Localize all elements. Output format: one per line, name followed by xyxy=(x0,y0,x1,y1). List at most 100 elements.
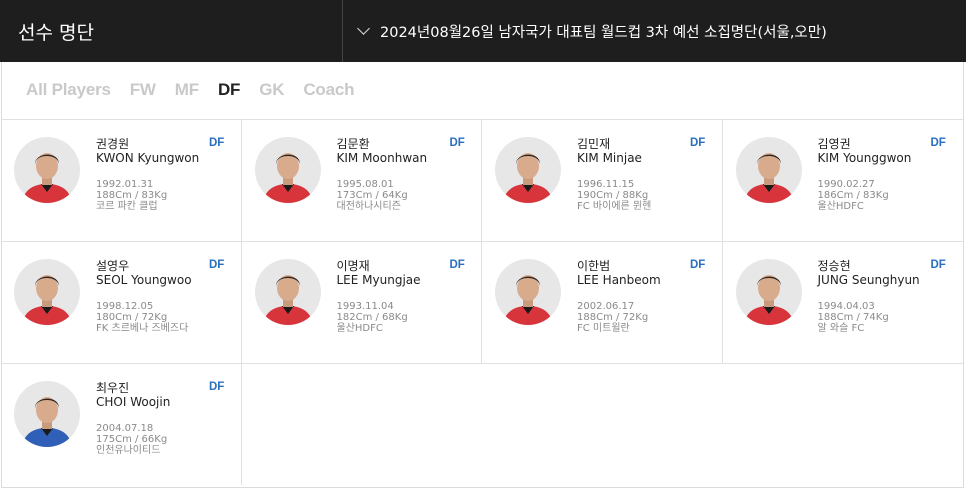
player-card[interactable]: 김문환 KIM Moonhwan DF 1995.08.01 173Cm / 6… xyxy=(242,120,482,241)
player-height-weight: 190Cm / 88Kg xyxy=(577,190,649,201)
player-photo xyxy=(735,259,802,325)
position-badge: DF xyxy=(449,259,465,271)
player-photo xyxy=(14,137,80,203)
page-title: 선수 명단 xyxy=(0,0,343,62)
player-height-weight: 188Cm / 74Kg xyxy=(817,312,889,323)
player-photo xyxy=(14,259,80,325)
player-photo xyxy=(495,137,561,203)
player-card[interactable]: 이한범 LEE Hanbeom DF 2002.06.17 188Cm / 72… xyxy=(482,242,723,363)
player-photo xyxy=(495,259,561,325)
player-name-ko: 이명재 xyxy=(336,259,370,273)
empty-card-slot xyxy=(242,364,483,485)
player-height-weight: 182Cm / 68Kg xyxy=(336,312,408,323)
tab-all-players[interactable]: All Players xyxy=(26,80,111,100)
player-name-en: SEOL Youngwoo xyxy=(96,273,192,287)
player-card[interactable]: 최우진 CHOI Woojin DF 2004.07.18 175Cm / 66… xyxy=(1,364,242,485)
player-row: 최우진 CHOI Woojin DF 2004.07.18 175Cm / 66… xyxy=(1,363,963,485)
tab-gk[interactable]: GK xyxy=(259,80,284,100)
player-card[interactable]: 정승현 JUNG Seunghyun DF 1994.04.03 188Cm /… xyxy=(723,242,964,363)
player-portrait-icon xyxy=(262,153,313,203)
player-name-ko: 김영권 xyxy=(817,137,851,151)
player-portrait-icon xyxy=(503,153,553,203)
position-badge: DF xyxy=(209,259,225,271)
player-birthdate: 1996.11.15 xyxy=(577,179,635,190)
chevron-down-icon xyxy=(357,22,370,35)
player-card[interactable]: 김영권 KIM Younggwon DF 1990.02.27 186Cm / … xyxy=(723,120,964,241)
position-badge: DF xyxy=(690,259,706,271)
player-height-weight: 175Cm / 66Kg xyxy=(96,434,168,445)
player-meta: 1998.12.05 180Cm / 72Kg FK 츠르베나 즈베즈다 xyxy=(96,301,188,334)
player-height-weight: 188Cm / 83Kg xyxy=(96,190,168,201)
player-club: FK 츠르베나 즈베즈다 xyxy=(96,323,189,334)
position-filter-tabs: All Players FW MF DF GK Coach xyxy=(26,80,373,100)
player-portrait-icon xyxy=(743,153,794,203)
player-portrait-icon xyxy=(22,397,72,447)
player-birthdate: 1992.01.31 xyxy=(96,179,154,190)
player-birthdate: 1990.02.27 xyxy=(817,179,875,190)
position-badge: DF xyxy=(209,381,225,393)
player-photo xyxy=(254,259,321,325)
player-birthdate: 1993.11.04 xyxy=(336,301,394,312)
player-meta: 1993.11.04 182Cm / 68Kg 울산HDFC xyxy=(337,301,408,334)
player-portrait-icon xyxy=(743,275,794,325)
player-card[interactable]: 이명재 LEE Myungjae DF 1993.11.04 182Cm / 6… xyxy=(242,242,482,363)
tab-df[interactable]: DF xyxy=(218,80,240,100)
player-row: 권경원 KWON Kyungwon DF 1992.01.31 188Cm / … xyxy=(1,119,963,241)
player-card[interactable]: 설영우 SEOL Youngwoo DF 1998.12.05 180Cm / … xyxy=(1,242,242,363)
player-height-weight: 186Cm / 83Kg xyxy=(817,190,889,201)
player-grid: 권경원 KWON Kyungwon DF 1992.01.31 188Cm / … xyxy=(1,119,963,485)
player-meta: 1990.02.27 186Cm / 83Kg 울산HDFC xyxy=(818,179,889,212)
player-card[interactable]: 권경원 KWON Kyungwon DF 1992.01.31 188Cm / … xyxy=(1,120,242,241)
player-portrait-icon xyxy=(22,275,72,325)
player-club: 울산HDFC xyxy=(817,201,864,212)
header-bar: 선수 명단 2024년08월26일 남자국가 대표팀 월드컵 3차 예선 소집명… xyxy=(0,0,966,62)
player-club: 알 와슬 FC xyxy=(817,323,865,334)
player-name-ko: 최우진 xyxy=(96,381,130,395)
player-name-ko: 김민재 xyxy=(577,137,611,151)
player-name-en: KIM Moonhwan xyxy=(336,151,428,165)
player-birthdate: 2004.07.18 xyxy=(96,423,154,434)
player-birthdate: 2002.06.17 xyxy=(577,301,635,312)
position-badge: DF xyxy=(449,137,465,149)
player-name-ko: 설영우 xyxy=(96,259,130,273)
player-portrait-icon xyxy=(22,153,72,203)
player-portrait-icon xyxy=(503,275,553,325)
player-birthdate: 1998.12.05 xyxy=(96,301,154,312)
player-club: 인천유나이티드 xyxy=(96,445,161,456)
player-photo xyxy=(735,137,802,203)
player-name-en: LEE Hanbeom xyxy=(577,273,661,287)
player-photo xyxy=(254,137,321,203)
player-meta: 2004.07.18 175Cm / 66Kg 인천유나이티드 xyxy=(96,423,167,456)
player-meta: 1996.11.15 190Cm / 88Kg FC 바이에른 뮌헨 xyxy=(577,179,651,212)
player-name-en: KIM Minjae xyxy=(577,151,642,165)
player-birthdate: 1994.04.03 xyxy=(817,301,875,312)
tab-coach[interactable]: Coach xyxy=(303,80,354,100)
player-meta: 1994.04.03 188Cm / 74Kg 알 와슬 FC xyxy=(818,301,889,334)
player-meta: 1995.08.01 173Cm / 64Kg 대전하나시티즌 xyxy=(337,179,408,212)
position-badge: DF xyxy=(209,137,225,149)
player-name-ko: 권경원 xyxy=(96,137,130,151)
player-height-weight: 188Cm / 72Kg xyxy=(577,312,649,323)
player-club: 코르 파칸 클럽 xyxy=(96,201,158,212)
player-name-en: CHOI Woojin xyxy=(96,395,171,409)
roster-dropdown[interactable]: 2024년08월26일 남자국가 대표팀 월드컵 3차 예선 소집명단(서울,오… xyxy=(343,0,966,62)
player-height-weight: 173Cm / 64Kg xyxy=(336,190,408,201)
player-club: 대전하나시티즌 xyxy=(336,201,401,212)
player-photo xyxy=(14,381,80,447)
player-height-weight: 180Cm / 72Kg xyxy=(96,312,168,323)
player-meta: 1992.01.31 188Cm / 83Kg 코르 파칸 클럽 xyxy=(96,179,167,212)
player-name-en: JUNG Seunghyun xyxy=(817,273,920,287)
position-badge: DF xyxy=(690,137,706,149)
player-row: 설영우 SEOL Youngwoo DF 1998.12.05 180Cm / … xyxy=(1,241,963,363)
player-name-ko: 김문환 xyxy=(336,137,370,151)
player-club: 울산HDFC xyxy=(336,323,383,334)
player-card[interactable]: 김민재 KIM Minjae DF 1996.11.15 190Cm / 88K… xyxy=(482,120,723,241)
player-name-en: KIM Younggwon xyxy=(817,151,912,165)
roster-dropdown-value: 2024년08월26일 남자국가 대표팀 월드컵 3차 예선 소집명단(서울,오… xyxy=(380,24,827,41)
player-club: FC 미트윌란 xyxy=(577,323,630,334)
position-badge: DF xyxy=(930,137,946,149)
tab-fw[interactable]: FW xyxy=(130,80,156,100)
player-name-ko: 정승현 xyxy=(817,259,851,273)
player-birthdate: 1995.08.01 xyxy=(336,179,394,190)
tab-mf[interactable]: MF xyxy=(175,80,199,100)
